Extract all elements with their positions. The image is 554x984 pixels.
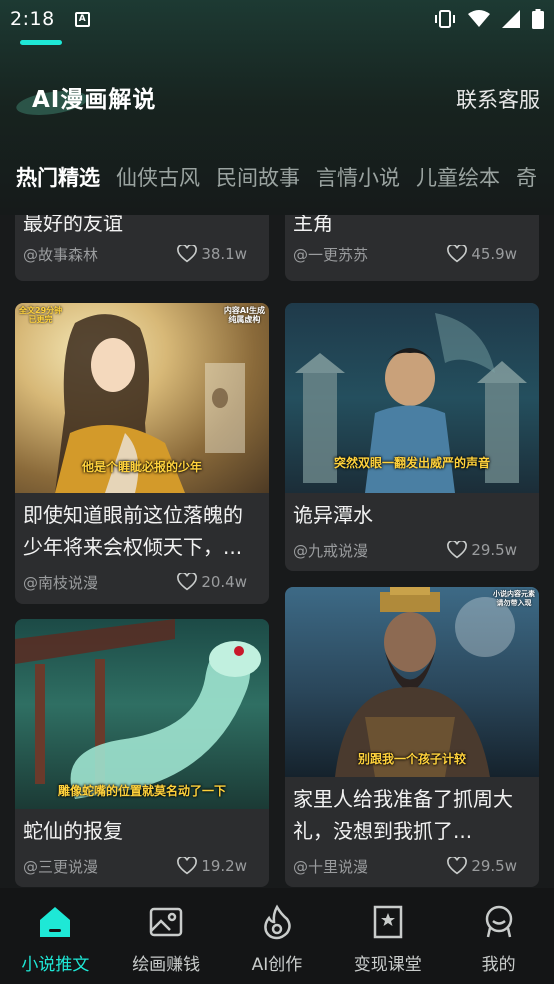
- heart-icon: [447, 245, 468, 263]
- app-header: AI漫画解说 联系客服: [0, 70, 554, 130]
- story-card[interactable]: 小说内容元素 请勿带入现 别跟我一个孩子计较 家里人给我准备了抓周大礼，没想到我…: [285, 587, 539, 887]
- wifi-icon: [468, 10, 490, 27]
- logo-text: AI漫画解说: [32, 87, 157, 113]
- story-title: 诡异潭水: [293, 503, 373, 527]
- ai-generated-tag: 内容AI生成 纯属虚构: [223, 306, 265, 324]
- tab-picture-books[interactable]: 儿童绘本: [416, 162, 500, 206]
- like-count[interactable]: 45.9w: [447, 245, 531, 263]
- heart-icon: [447, 857, 468, 875]
- tab-hot-picks[interactable]: 热门精选: [16, 162, 100, 206]
- image-caption: 别跟我一个孩子计较: [357, 752, 466, 766]
- status-bar: 2:18 A: [0, 0, 554, 38]
- heart-icon: [177, 857, 198, 875]
- image-caption: 他是个睚眦必报的少年: [81, 460, 202, 474]
- story-thumbnail: 雕像蛇嘴的位置就莫名动了一下: [15, 619, 269, 809]
- tab-romance[interactable]: 言情小说: [316, 162, 400, 206]
- story-author: @九戒说漫: [293, 541, 369, 560]
- story-author: @一更苏苏: [293, 245, 369, 264]
- battery-icon: [532, 9, 544, 29]
- story-card[interactable]: 雕像蛇嘴的位置就莫名动了一下 蛇仙的报复 @三更说漫 19.2w: [15, 619, 269, 887]
- status-time: 2:18: [10, 8, 55, 30]
- story-meta: @九戒说漫 29.5w: [285, 535, 539, 565]
- story-meta: @十里说漫 29.5w: [285, 851, 539, 881]
- bookmark-star-icon: [368, 902, 408, 942]
- nav-label: 变现课堂: [353, 955, 422, 975]
- story-thumbnail: 小说内容元素 请勿带入现 别跟我一个孩子计较: [285, 587, 539, 777]
- ai-generated-tag: 小说内容元素 请勿带入现: [493, 590, 535, 607]
- active-tab-indicator: [20, 40, 62, 45]
- story-card[interactable]: 主角 @一更苏苏 45.9w: [285, 215, 539, 281]
- story-meta: @南枝说漫 20.4w: [15, 567, 269, 597]
- nav-label: 绘画赚钱: [132, 955, 201, 975]
- heart-icon: [447, 541, 468, 559]
- tab-xianxia[interactable]: 仙侠古风: [116, 162, 200, 206]
- nav-label: 小说推文: [21, 955, 90, 975]
- nav-label: AI创作: [251, 955, 303, 975]
- story-author: @十里说漫: [293, 857, 369, 876]
- story-meta: @三更说漫 19.2w: [15, 851, 269, 881]
- story-title: 主角: [293, 215, 333, 235]
- story-meta: @故事森林 38.1w: [15, 239, 269, 269]
- tab-more[interactable]: 奇: [516, 162, 537, 206]
- like-count[interactable]: 29.5w: [447, 541, 531, 559]
- home-icon: [35, 902, 75, 942]
- nav-label: 我的: [481, 955, 516, 975]
- story-author: @三更说漫: [23, 857, 99, 876]
- nav-item-painting-earn[interactable]: 绘画赚钱: [111, 888, 222, 984]
- vibrate-icon: [435, 10, 455, 28]
- flame-icon: [257, 902, 297, 942]
- image-caption: 雕像蛇嘴的位置就莫名动了一下: [57, 784, 226, 798]
- cellular-icon: [502, 10, 520, 28]
- story-author: @南枝说漫: [23, 573, 99, 592]
- status-icons: [434, 9, 544, 29]
- story-card[interactable]: 全文29分钟 已更完 内容AI生成 纯属虚构 他是个睚眦必报的少年 即使知道眼前…: [15, 303, 269, 604]
- category-tabs: 热门精选 仙侠古风 民间故事 言情小说 儿童绘本 奇: [0, 162, 554, 212]
- like-count[interactable]: 38.1w: [177, 245, 261, 263]
- like-count-value: 45.9w: [471, 245, 517, 263]
- story-author: @故事森林: [23, 245, 99, 264]
- nav-item-profile[interactable]: 我的: [443, 888, 554, 984]
- nav-item-ai-create[interactable]: AI创作: [222, 888, 333, 984]
- story-title: 最好的友谊: [23, 215, 123, 235]
- bottom-navigation: 小说推文 绘画赚钱 AI创作 变现课堂 我的: [0, 888, 554, 984]
- like-count-value: 19.2w: [201, 857, 247, 875]
- story-thumbnail: 突然双眼一翻发出威严的声音: [285, 303, 539, 493]
- story-title: 即使知道眼前这位落魄的少年将来会权倾天下，...: [23, 503, 243, 559]
- story-thumbnail: 全文29分钟 已更完 内容AI生成 纯属虚构 他是个睚眦必报的少年: [15, 303, 269, 493]
- illustration-king: [335, 587, 515, 777]
- story-title: 蛇仙的报复: [23, 819, 123, 843]
- like-count-value: 38.1w: [201, 245, 247, 263]
- story-card[interactable]: 突然双眼一翻发出威严的声音 诡异潭水 @九戒说漫 29.5w: [285, 303, 539, 571]
- nav-item-monetize-class[interactable]: 变现课堂: [332, 888, 443, 984]
- story-title: 家里人给我准备了抓周大礼，没想到我抓了...: [293, 787, 513, 843]
- tab-folk-stories[interactable]: 民间故事: [216, 162, 300, 206]
- like-count[interactable]: 20.4w: [177, 573, 261, 591]
- app-logo: AI漫画解说: [14, 78, 166, 119]
- duration-tag: 全文29分钟 已更完: [19, 306, 63, 324]
- like-count-value: 29.5w: [471, 857, 517, 875]
- like-count[interactable]: 19.2w: [177, 857, 261, 875]
- profile-icon: [479, 902, 519, 942]
- like-count-value: 20.4w: [201, 573, 247, 591]
- nav-item-novel-promo[interactable]: 小说推文: [0, 888, 111, 984]
- image-icon: [146, 902, 186, 942]
- story-card[interactable]: 最好的友谊 @故事森林 38.1w: [15, 215, 269, 281]
- heart-icon: [177, 573, 198, 591]
- story-feed[interactable]: 最好的友谊 @故事森林 38.1w 主角 @一更苏苏 45.9w 全文29分钟 …: [0, 215, 554, 888]
- illustration-snake: [15, 619, 261, 799]
- heart-icon: [177, 245, 198, 263]
- like-count[interactable]: 29.5w: [447, 857, 531, 875]
- like-count-value: 29.5w: [471, 541, 517, 559]
- notification-badge-icon: A: [74, 11, 90, 27]
- contact-support-button[interactable]: 联系客服: [456, 84, 540, 114]
- story-meta: @一更苏苏 45.9w: [285, 239, 539, 269]
- image-caption: 突然双眼一翻发出威严的声音: [333, 456, 490, 470]
